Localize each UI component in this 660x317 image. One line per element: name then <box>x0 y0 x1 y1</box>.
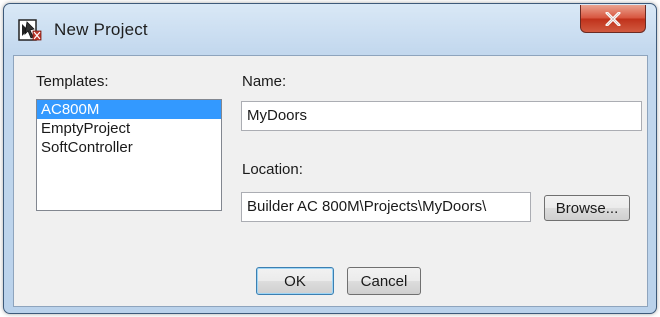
ok-button[interactable]: OK <box>256 267 334 295</box>
template-item-ac800m[interactable]: AC800M <box>37 100 221 119</box>
template-item-emptyproject[interactable]: EmptyProject <box>37 119 221 138</box>
close-icon <box>605 11 621 26</box>
browse-button[interactable]: Browse... <box>544 195 630 221</box>
templates-label: Templates: <box>36 73 109 90</box>
project-builder-icon <box>18 19 42 41</box>
window-title: New Project <box>54 20 148 39</box>
dialog-body: Templates: AC800M EmptyProject SoftContr… <box>13 55 648 307</box>
location-field[interactable]: Builder AC 800M\Projects\MyDoors\ <box>241 192 531 222</box>
template-item-softcontroller[interactable]: SoftController <box>37 138 221 157</box>
title-bar[interactable]: New Project <box>4 4 656 56</box>
name-label: Name: <box>242 73 287 90</box>
close-button[interactable] <box>580 5 646 33</box>
location-label: Location: <box>242 161 303 178</box>
templates-listbox[interactable]: AC800M EmptyProject SoftController <box>36 99 222 211</box>
name-field[interactable]: MyDoors <box>241 101 642 131</box>
new-project-dialog: New Project Templates: AC800M EmptyProje… <box>3 3 657 314</box>
cancel-button[interactable]: Cancel <box>347 267 421 295</box>
